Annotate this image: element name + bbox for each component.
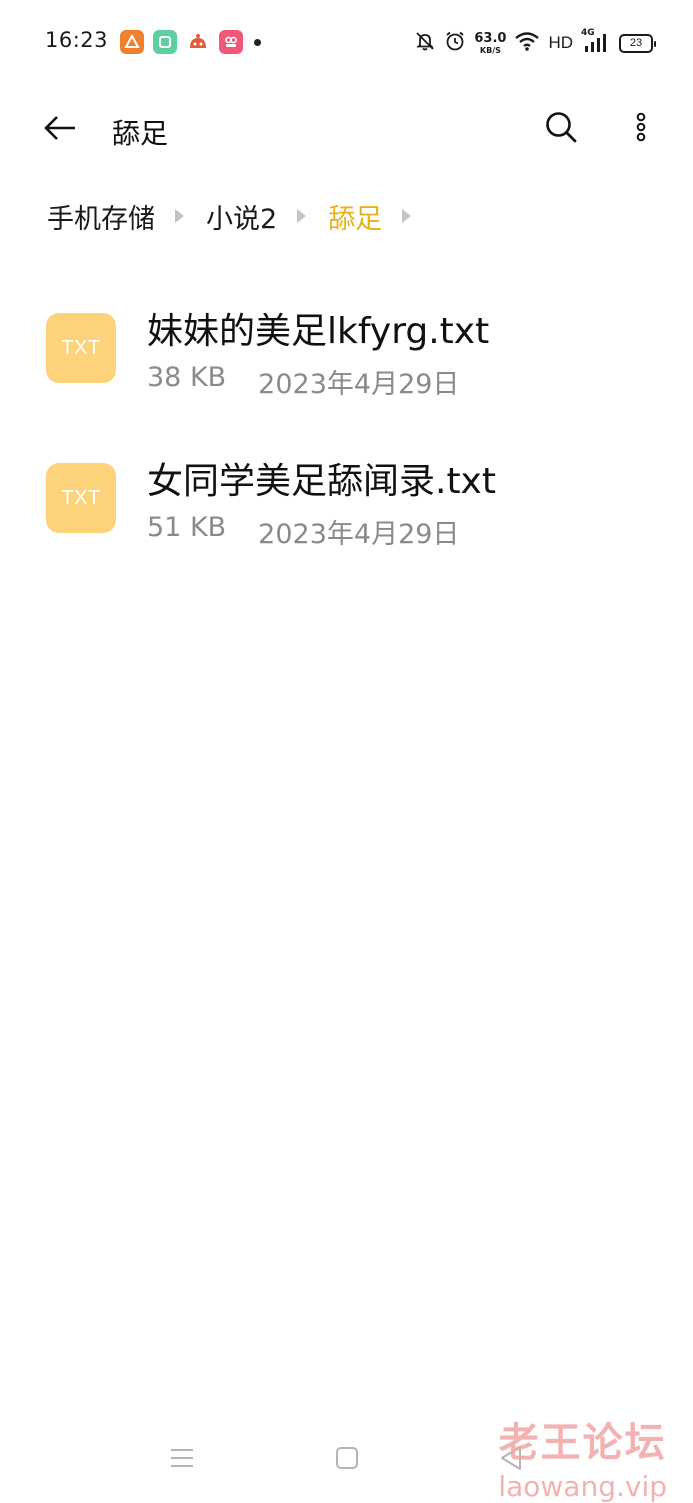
network-speed-unit: KB/S	[479, 45, 501, 55]
more-vertical-icon	[636, 112, 646, 146]
notification-icons	[120, 30, 261, 54]
more-notifications-dot	[254, 38, 261, 46]
navigation-bar	[0, 1420, 693, 1500]
app-bar: 舔足	[0, 90, 693, 170]
recent-apps-button[interactable]	[162, 1440, 202, 1480]
square-icon	[334, 1445, 360, 1475]
cell-signal-icon: 4G	[581, 28, 611, 55]
triangle-back-icon	[498, 1444, 524, 1476]
breadcrumb-separator-icon	[402, 209, 412, 223]
network-speed-value: 63.0	[474, 30, 507, 46]
bell-off-icon	[414, 30, 436, 56]
breadcrumb-item-current[interactable]: 舔足	[328, 197, 382, 236]
search-button[interactable]	[540, 108, 582, 150]
breadcrumb-item-phone-storage[interactable]: 手机存储	[47, 197, 155, 236]
file-list: TXT 妹妹的美足lkfyrg.txt 38 KB 2023年4月29日 TXT…	[0, 290, 693, 590]
more-options-button[interactable]	[622, 108, 660, 150]
page-title: 舔足	[112, 117, 169, 150]
breadcrumb-item-novels[interactable]: 小说2	[206, 197, 277, 236]
file-meta: 51 KB 2023年4月29日	[147, 512, 459, 551]
file-name: 女同学美足舔闻录.txt	[147, 461, 496, 502]
status-right: 63.0 KB/S HD 4G 23	[414, 28, 656, 58]
arrow-left-icon	[43, 115, 77, 145]
notification-app-icon	[186, 30, 210, 54]
notification-app-icon	[219, 30, 243, 54]
breadcrumb-separator-icon	[175, 209, 184, 223]
battery-icon: 23	[619, 33, 656, 53]
file-list-item[interactable]: TXT 女同学美足舔闻录.txt 51 KB 2023年4月29日	[0, 440, 693, 590]
file-name: 妹妹的美足lkfyrg.txt	[147, 311, 490, 352]
back-nav-button[interactable]	[491, 1440, 531, 1480]
file-list-item[interactable]: TXT 妹妹的美足lkfyrg.txt 38 KB 2023年4月29日	[0, 290, 693, 440]
notification-app-icon	[120, 30, 144, 54]
status-time: 16:23	[45, 28, 109, 52]
breadcrumb-separator-icon	[297, 209, 307, 223]
file-size: 38 KB	[147, 362, 227, 393]
status-bar: 16:23 63.0 KB/S HD 4G 23	[0, 0, 693, 84]
file-date: 2023年4月29日	[258, 519, 460, 550]
hd-label: HD	[548, 33, 573, 52]
back-button[interactable]	[38, 110, 82, 150]
txt-file-icon: TXT	[46, 313, 116, 383]
home-button[interactable]	[327, 1440, 367, 1480]
notification-app-icon	[153, 30, 177, 54]
txt-file-icon: TXT	[46, 463, 116, 533]
file-meta: 38 KB 2023年4月29日	[147, 362, 459, 401]
file-date: 2023年4月29日	[258, 369, 460, 400]
breadcrumb: 手机存储 小说2 舔足	[47, 196, 433, 236]
wifi-icon	[514, 30, 540, 56]
network-speed: 63.0 KB/S	[474, 32, 506, 55]
menu-lines-icon	[169, 1446, 195, 1474]
file-size: 51 KB	[147, 512, 227, 543]
alarm-icon	[444, 30, 466, 56]
search-icon	[544, 110, 578, 148]
